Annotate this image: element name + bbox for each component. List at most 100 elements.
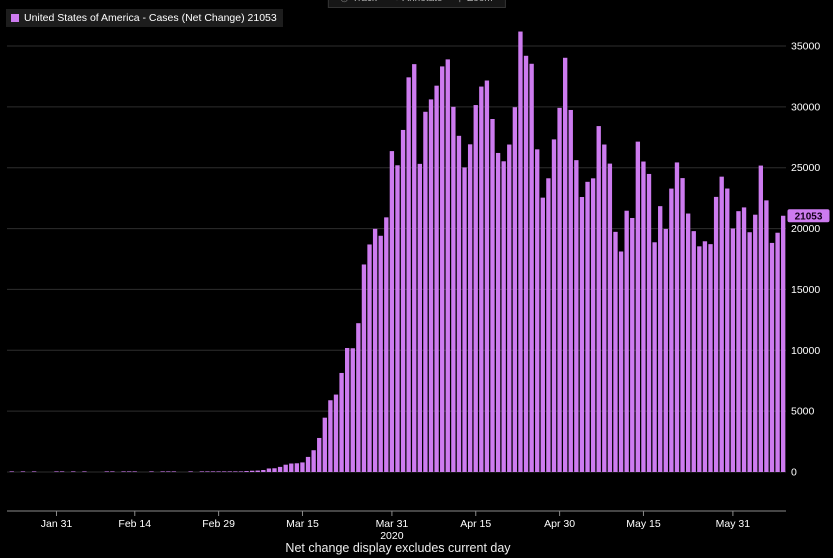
bar[interactable] <box>161 471 165 472</box>
bar[interactable] <box>10 471 14 472</box>
bar[interactable] <box>261 470 265 472</box>
annotate-button[interactable]: ✎ Annotate <box>391 0 443 4</box>
bar[interactable] <box>390 151 394 472</box>
bar[interactable] <box>546 178 550 472</box>
bar[interactable] <box>753 215 757 472</box>
bar[interactable] <box>71 471 75 472</box>
bar[interactable] <box>300 462 304 472</box>
bar[interactable] <box>697 246 701 472</box>
bar[interactable] <box>664 229 668 472</box>
bar[interactable] <box>652 242 656 472</box>
bar[interactable] <box>384 217 388 472</box>
bar[interactable] <box>597 126 601 472</box>
bar[interactable] <box>233 471 237 472</box>
bar[interactable] <box>490 119 494 472</box>
bar[interactable] <box>591 178 595 472</box>
bars-series[interactable] <box>10 32 786 472</box>
bar[interactable] <box>356 323 360 472</box>
bar[interactable] <box>295 463 299 472</box>
bar[interactable] <box>569 110 573 472</box>
bar[interactable] <box>351 348 355 472</box>
bar[interactable] <box>205 471 209 472</box>
bar[interactable] <box>457 136 461 472</box>
bar[interactable] <box>267 468 271 472</box>
bar[interactable] <box>250 471 254 472</box>
bar[interactable] <box>166 471 170 472</box>
bar[interactable] <box>284 465 288 472</box>
bar[interactable] <box>624 211 628 472</box>
bar[interactable] <box>485 81 489 472</box>
bar[interactable] <box>524 56 528 472</box>
bar[interactable] <box>692 231 696 472</box>
bar[interactable] <box>759 166 763 472</box>
bar[interactable] <box>54 471 58 472</box>
bar[interactable] <box>211 471 215 472</box>
bar[interactable] <box>675 162 679 472</box>
bar[interactable] <box>317 438 321 472</box>
bar[interactable] <box>608 164 612 472</box>
chart-canvas[interactable]: 05000100001500020000250003000035000Jan 3… <box>0 0 833 558</box>
bar[interactable] <box>764 200 768 472</box>
bar[interactable] <box>708 244 712 472</box>
bar[interactable] <box>770 243 774 472</box>
bar[interactable] <box>535 149 539 472</box>
bar[interactable] <box>222 471 226 472</box>
bar[interactable] <box>585 182 589 472</box>
bar[interactable] <box>434 86 438 472</box>
bar[interactable] <box>239 471 243 472</box>
bar[interactable] <box>21 471 25 472</box>
bar[interactable] <box>278 467 282 472</box>
bar[interactable] <box>602 145 606 472</box>
bar[interactable] <box>541 198 545 472</box>
bar[interactable] <box>401 130 405 472</box>
bar[interactable] <box>468 144 472 472</box>
bar[interactable] <box>658 206 662 472</box>
bar[interactable] <box>110 471 114 472</box>
bar[interactable] <box>496 153 500 472</box>
bar[interactable] <box>82 471 86 472</box>
bar[interactable] <box>731 228 735 472</box>
bar[interactable] <box>228 471 232 472</box>
bar[interactable] <box>244 471 248 472</box>
bar[interactable] <box>367 244 371 472</box>
bar[interactable] <box>714 197 718 472</box>
bar[interactable] <box>574 160 578 472</box>
bar[interactable] <box>630 218 634 472</box>
bar[interactable] <box>529 64 533 472</box>
bar[interactable] <box>563 58 567 472</box>
bar[interactable] <box>311 450 315 472</box>
bar[interactable] <box>60 471 64 472</box>
bar[interactable] <box>412 64 416 472</box>
bar[interactable] <box>446 59 450 472</box>
bar[interactable] <box>736 211 740 472</box>
bar[interactable] <box>216 471 220 472</box>
bar[interactable] <box>429 99 433 472</box>
bar[interactable] <box>334 395 338 472</box>
bar[interactable] <box>188 471 192 472</box>
bar[interactable] <box>339 373 343 472</box>
bar[interactable] <box>149 471 153 472</box>
bar[interactable] <box>720 177 724 472</box>
bar[interactable] <box>345 348 349 472</box>
bar[interactable] <box>462 167 466 472</box>
bar[interactable] <box>121 471 125 472</box>
bar[interactable] <box>440 66 444 472</box>
bar[interactable] <box>725 189 729 472</box>
bar[interactable] <box>647 174 651 472</box>
bar[interactable] <box>418 164 422 472</box>
bar[interactable] <box>395 165 399 472</box>
bar[interactable] <box>272 468 276 472</box>
bar[interactable] <box>619 251 623 472</box>
bar[interactable] <box>775 233 779 472</box>
bar[interactable] <box>474 105 478 472</box>
bar[interactable] <box>328 400 332 472</box>
bar[interactable] <box>172 471 176 472</box>
bar[interactable] <box>518 32 522 472</box>
bar[interactable] <box>636 142 640 472</box>
bar[interactable] <box>306 457 310 472</box>
bar[interactable] <box>680 178 684 472</box>
bar[interactable] <box>256 471 260 472</box>
zoom-button[interactable]: ⚲ Zoom <box>456 0 492 4</box>
bar[interactable] <box>557 108 561 472</box>
bar[interactable] <box>373 229 377 472</box>
